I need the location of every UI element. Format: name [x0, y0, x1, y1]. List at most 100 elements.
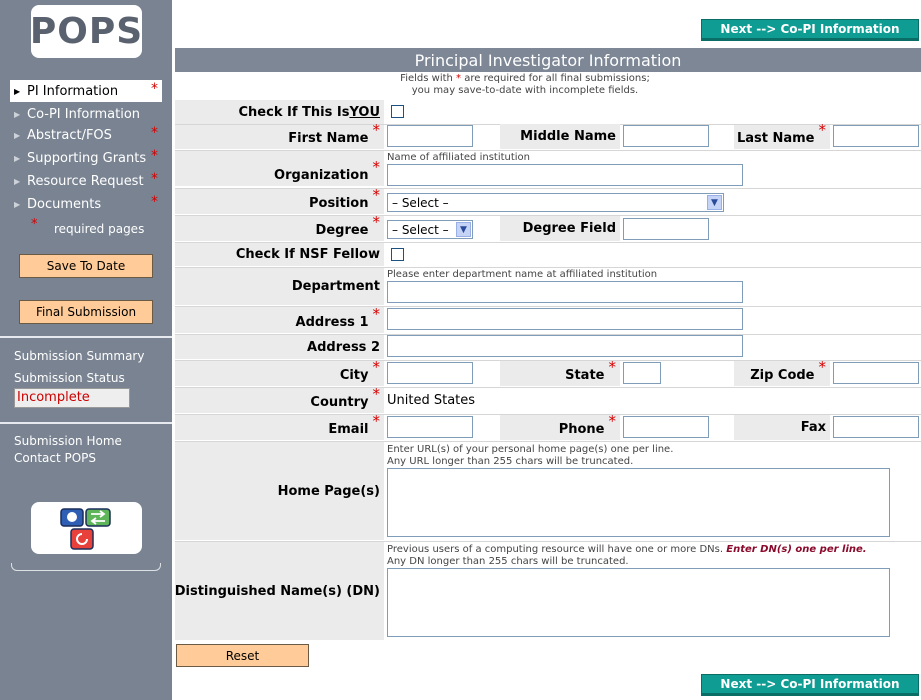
- degree-field-label: Degree Field: [500, 216, 620, 241]
- sidebar-item-abstract-fos[interactable]: ▶ Abstract/FOS *: [10, 124, 162, 146]
- required-star: *: [372, 213, 381, 231]
- sidebar-item-documents[interactable]: ▶ Documents *: [10, 193, 162, 215]
- status-badge: Incomplete: [14, 388, 130, 408]
- required-star: *: [608, 412, 617, 430]
- middle-name-input[interactable]: [623, 125, 709, 147]
- fax-input[interactable]: [833, 416, 919, 438]
- sidebar-item-supporting-grants[interactable]: ▶ Supporting Grants *: [10, 147, 162, 169]
- degree-label: Degree *: [175, 213, 384, 241]
- triangle-right-icon: ▶: [14, 130, 21, 140]
- dn-hint-1: Previous users of a computing resource w…: [387, 544, 867, 555]
- sidebar: POPS ▶ PI Information * ▶ Co-PI Informat…: [0, 0, 172, 700]
- organization-input[interactable]: [387, 164, 743, 186]
- label-text: State: [565, 368, 605, 383]
- sidebar-item-resource-request[interactable]: ▶ Resource Request *: [10, 170, 162, 192]
- hint-emphasis: Enter DN(s) one per line.: [726, 544, 867, 555]
- dn-textarea[interactable]: [387, 568, 890, 637]
- sidebar-item-pi-information[interactable]: ▶ PI Information *: [10, 80, 162, 102]
- chevron-down-icon[interactable]: ▼: [456, 222, 471, 237]
- contact-pops-link[interactable]: Contact POPS: [14, 451, 96, 465]
- last-name-label: Last Name *: [734, 121, 830, 149]
- degree-select[interactable]: – Select – ▼: [387, 220, 473, 239]
- check-you-checkbox[interactable]: [391, 105, 404, 118]
- degree-select-value: – Select –: [392, 222, 449, 237]
- required-note-line2: you may save-to-date with incomplete fie…: [411, 85, 639, 96]
- nsf-fellow-checkbox[interactable]: [391, 248, 404, 261]
- next-co-pi-button-top[interactable]: Next --> Co-PI Information: [701, 19, 919, 41]
- department-label: Department: [175, 268, 384, 305]
- hint-text: Previous users of a computing resource w…: [387, 544, 724, 555]
- degree-field-input[interactable]: [623, 218, 709, 240]
- position-label: Position *: [175, 186, 384, 214]
- app-icon-box: [31, 502, 142, 554]
- position-select-value: – Select –: [392, 195, 449, 210]
- city-label: City *: [175, 358, 384, 386]
- triangle-right-icon: ▶: [14, 86, 21, 96]
- label-text: Address 1: [295, 315, 369, 330]
- required-legend-star: *: [31, 217, 38, 232]
- final-submission-button[interactable]: Final Submission: [19, 300, 153, 324]
- logo-text: POPS: [29, 11, 144, 52]
- last-name-input[interactable]: [833, 125, 919, 147]
- sidebar-bottom-bracket: [11, 563, 161, 571]
- home-pages-textarea[interactable]: [387, 468, 890, 537]
- triangle-right-icon: ▶: [14, 109, 21, 119]
- required-star: *: [818, 358, 827, 376]
- required-star: *: [151, 171, 158, 187]
- position-select[interactable]: – Select – ▼: [387, 193, 724, 212]
- pops-logo: POPS: [29, 5, 144, 58]
- required-star: *: [372, 121, 381, 139]
- city-input[interactable]: [387, 362, 473, 384]
- country-label: Country *: [175, 385, 384, 413]
- submission-home-link[interactable]: Submission Home: [14, 434, 122, 448]
- sidebar-divider: [0, 422, 172, 424]
- label-text: Email: [328, 422, 369, 437]
- state-input[interactable]: [623, 362, 661, 384]
- zip-code-input[interactable]: [833, 362, 919, 384]
- sidebar-item-co-pi-information[interactable]: ▶ Co-PI Information: [10, 103, 162, 125]
- email-input[interactable]: [387, 416, 473, 438]
- required-star: *: [151, 125, 158, 141]
- address2-label: Address 2: [175, 335, 384, 359]
- address1-input[interactable]: [387, 308, 743, 330]
- country-value: United States: [387, 393, 476, 408]
- next-co-pi-button-bottom[interactable]: Next --> Co-PI Information: [701, 674, 919, 696]
- chevron-down-icon[interactable]: ▼: [707, 195, 722, 210]
- label-text: Check If This Is: [238, 104, 350, 120]
- triangle-right-icon: ▶: [14, 176, 21, 186]
- required-legend-text: required pages: [54, 222, 145, 236]
- state-label: State *: [500, 358, 620, 386]
- zip-code-label: Zip Code *: [734, 358, 830, 386]
- label-text: Country: [310, 395, 369, 410]
- submission-summary-link[interactable]: Submission Summary: [14, 349, 144, 363]
- label-text: First Name: [288, 131, 369, 146]
- check-you-label: Check If This Is YOU: [175, 100, 384, 124]
- sidebar-item-label: Resource Request: [27, 173, 144, 189]
- required-star: *: [372, 305, 381, 323]
- first-name-label: First Name *: [175, 121, 384, 149]
- required-note-line1: Fields with * are required for all final…: [175, 73, 875, 84]
- first-name-input[interactable]: [387, 125, 473, 147]
- note-star: *: [456, 73, 462, 84]
- department-hint: Please enter department name at affiliat…: [387, 269, 658, 280]
- label-text-emph: YOU: [349, 104, 380, 120]
- required-star: *: [608, 358, 617, 376]
- required-star: *: [372, 412, 381, 430]
- save-to-date-button[interactable]: Save To Date: [19, 254, 153, 278]
- resource-logo-icon: [60, 508, 111, 550]
- sidebar-item-label: Co-PI Information: [27, 106, 141, 122]
- required-star: *: [372, 186, 381, 204]
- department-input[interactable]: [387, 281, 743, 303]
- sidebar-item-label: Documents: [27, 196, 102, 212]
- sidebar-item-label: PI Information: [27, 83, 119, 99]
- triangle-right-icon: ▶: [14, 199, 21, 209]
- note-text: Fields with: [400, 73, 453, 84]
- sidebar-divider: [0, 336, 172, 338]
- required-star: *: [151, 81, 158, 97]
- required-star: *: [372, 385, 381, 403]
- phone-input[interactable]: [623, 416, 709, 438]
- label-text: Degree: [315, 223, 369, 238]
- reset-button[interactable]: Reset: [176, 644, 309, 667]
- required-star: *: [372, 158, 381, 176]
- address2-input[interactable]: [387, 335, 743, 357]
